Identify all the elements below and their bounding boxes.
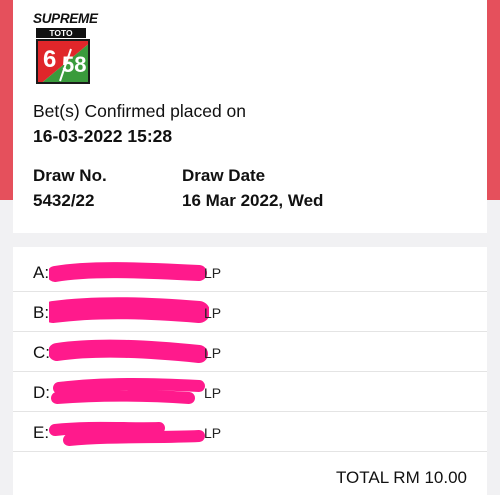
bet-line-letter: E: — [33, 423, 50, 442]
redaction-scribble — [49, 339, 208, 363]
draw-date-label: Draw Date — [182, 166, 266, 185]
bet-line-suffix: LP — [204, 425, 222, 441]
draw-number: 5432/22 — [33, 191, 95, 210]
confirmation-datetime: 16-03-2022 15:28 — [33, 126, 173, 146]
supreme-toto-logo: SUPREME TOTO 6 58 — [33, 12, 98, 84]
bet-line-letter: C: — [33, 343, 50, 362]
bet-line-a: A: LP — [13, 252, 487, 292]
bet-line-c: C: LP — [13, 332, 487, 372]
bet-line-b: B: LP — [13, 292, 487, 332]
redaction-scribble — [49, 421, 205, 446]
logo-sub-text: TOTO — [36, 28, 86, 38]
bet-line-e: E: LP — [13, 412, 487, 452]
total-amount: TOTAL RM 10.00 — [335, 468, 467, 487]
logo-brand-text: SUPREME — [33, 11, 98, 26]
logo-six: 6 — [43, 46, 57, 73]
bet-line-suffix: LP — [204, 265, 222, 281]
logo-fifty-eight: 58 — [62, 52, 87, 77]
logo-game-badge: 6 58 — [36, 39, 90, 84]
redaction-scribble — [49, 297, 209, 323]
bet-line-letter: D: — [33, 383, 50, 402]
redaction-scribble — [49, 262, 207, 282]
redaction-scribble — [51, 378, 205, 404]
bet-line-letter: B: — [33, 303, 50, 322]
draw-date: 16 Mar 2022, Wed — [182, 191, 324, 210]
confirmation-message: Bet(s) Confirmed placed on — [33, 101, 247, 121]
bet-line-suffix: LP — [204, 385, 222, 401]
bet-line-d: D: LP — [13, 372, 487, 412]
bet-line-suffix: LP — [204, 305, 222, 321]
bet-line-suffix: LP — [204, 345, 222, 361]
bet-line-letter: A: — [33, 263, 50, 282]
draw-number-label: Draw No. — [33, 166, 107, 185]
